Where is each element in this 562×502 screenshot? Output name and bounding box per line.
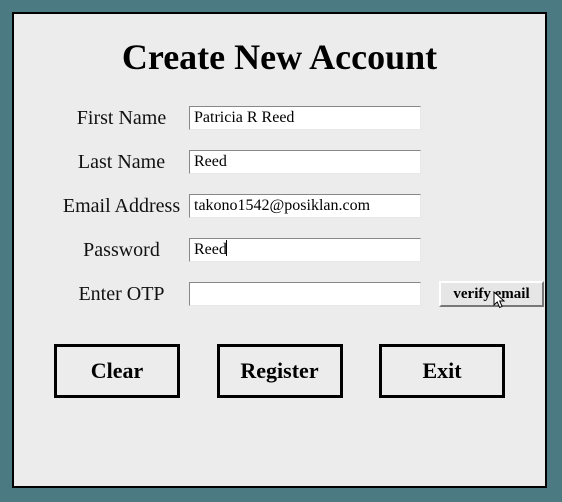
password-input[interactable]: Reed xyxy=(189,238,421,262)
form: First Name Patricia R Reed Last Name Ree… xyxy=(54,96,545,316)
exit-button[interactable]: Exit xyxy=(379,344,505,398)
verify-email-label: verify email xyxy=(453,286,529,302)
label-password: Password xyxy=(54,239,189,262)
text-caret xyxy=(226,240,227,256)
create-account-window: Create New Account First Name Patricia R… xyxy=(12,12,547,488)
row-first-name: First Name Patricia R Reed xyxy=(54,96,545,140)
row-last-name: Last Name Reed xyxy=(54,140,545,184)
button-row: Clear Register Exit xyxy=(54,344,505,398)
page-title: Create New Account xyxy=(14,36,545,78)
row-email: Email Address takono1542@posiklan.com xyxy=(54,184,545,228)
otp-input[interactable] xyxy=(189,282,421,306)
label-email: Email Address xyxy=(54,195,189,218)
email-input[interactable]: takono1542@posiklan.com xyxy=(189,194,421,218)
register-button[interactable]: Register xyxy=(217,344,343,398)
label-last-name: Last Name xyxy=(54,151,189,174)
row-password: Password Reed xyxy=(54,228,545,272)
label-first-name: First Name xyxy=(54,107,189,130)
clear-button[interactable]: Clear xyxy=(54,344,180,398)
row-otp: Enter OTP verify email xyxy=(54,272,545,316)
label-otp: Enter OTP xyxy=(54,283,189,306)
last-name-input[interactable]: Reed xyxy=(189,150,421,174)
verify-email-button[interactable]: verify email xyxy=(439,281,544,307)
first-name-input[interactable]: Patricia R Reed xyxy=(189,106,421,130)
